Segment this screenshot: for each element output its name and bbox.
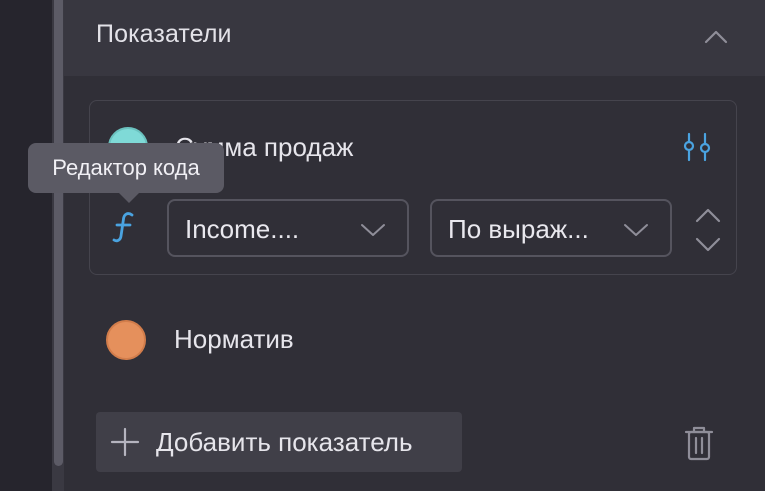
metric-label: Норматив [174, 324, 294, 354]
function-icon[interactable] [110, 209, 140, 245]
app: Показатели Сумма продаж Income.... По вы… [0, 0, 765, 491]
aggregation-select-value: По выраж... [448, 214, 589, 244]
chevron-up-icon[interactable] [700, 24, 732, 48]
field-select[interactable]: Income.... [167, 199, 409, 257]
reorder-controls [692, 205, 724, 255]
chevron-down-icon [624, 224, 648, 236]
tooltip-arrow [117, 191, 141, 203]
add-metric-button[interactable]: Добавить показатель [96, 412, 462, 472]
scrollbar-thumb[interactable] [54, 0, 63, 466]
add-metric-label: Добавить показатель [156, 427, 413, 457]
sliders-icon[interactable] [680, 131, 714, 163]
plus-icon [110, 427, 140, 457]
chevron-up-icon[interactable] [692, 205, 724, 227]
chevron-down-icon [361, 224, 385, 236]
aggregation-select[interactable]: По выраж... [430, 199, 672, 257]
code-editor-tooltip: Редактор кода [28, 143, 224, 203]
chevron-down-icon[interactable] [692, 233, 724, 255]
left-sidebar-strip [0, 0, 52, 491]
metrics-panel: Показатели Сумма продаж Income.... По вы… [64, 0, 765, 491]
field-select-value: Income.... [185, 214, 300, 244]
metric-color-dot[interactable] [106, 320, 146, 360]
tooltip-text: Редактор кода [52, 155, 200, 180]
trash-icon[interactable] [683, 424, 715, 462]
panel-title: Показатели [96, 20, 232, 48]
panel-header[interactable]: Показатели [64, 0, 765, 76]
